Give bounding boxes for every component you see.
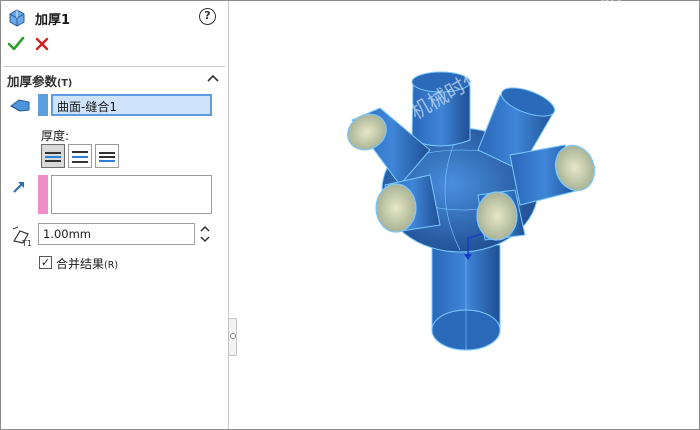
side2-line [99,156,115,158]
direction-color-swatch [38,175,48,214]
thicken-side1-button[interactable] [41,144,65,168]
panel-splitter-handle[interactable] [228,318,237,356]
thickness-label: 厚度: [41,129,70,143]
bottom-tube [431,244,501,351]
thickness-input[interactable]: 1.00mm [38,223,195,245]
direction-arrow-icon [13,182,24,193]
direction-selection-box[interactable] [38,175,212,214]
group-title: 加厚参数(T) [7,74,73,89]
property-manager-panel: 加厚1 ? 加厚参数(T) 曲面-缝合1 厚度: T1 1.00mm ✓ 合并结… [1,1,229,429]
surface-selection-box[interactable]: 曲面-缝合1 [38,94,212,116]
side1-line [45,156,61,158]
thicken-feature-icon [9,9,25,27]
spin-arrows[interactable] [198,223,212,245]
thicken-side2-button[interactable] [95,144,119,168]
side1-line [45,152,61,154]
svg-text:T1: T1 [21,239,32,247]
feature-title-row: 加厚1 ? [7,7,219,29]
chevron-up-icon[interactable] [207,73,219,83]
both-sides-line [72,156,88,158]
thickness-spinbox: 1.00mm [38,223,212,245]
help-icon[interactable]: ? [199,8,216,25]
thicken-side-buttons [41,144,121,168]
splitter-grip-icon [230,333,236,339]
both-sides-line [72,161,88,163]
thicken-parameters-header[interactable]: 加厚参数(T) [7,71,221,89]
feature-title: 加厚1 [35,13,71,28]
spin-down-icon [200,236,210,243]
spin-up-icon [200,225,210,232]
direction-selection-list[interactable] [51,175,212,214]
side1-line [45,160,61,162]
thicken-both-sides-button[interactable] [68,144,92,168]
divider [3,66,225,67]
merge-result-checkbox[interactable]: ✓ [39,256,52,269]
ok-button[interactable] [7,35,25,53]
side2-line [99,160,115,162]
both-sides-line [72,151,88,153]
thickness-dimension-icon: T1 [12,226,32,247]
cancel-button[interactable] [33,35,51,53]
selected-surface-item[interactable]: 曲面-缝合1 [51,94,212,116]
selection-color-swatch [38,94,48,116]
surface-select-icon [10,99,30,112]
side2-line [99,152,115,154]
merge-result-label: 合并结果(R) [56,257,119,271]
